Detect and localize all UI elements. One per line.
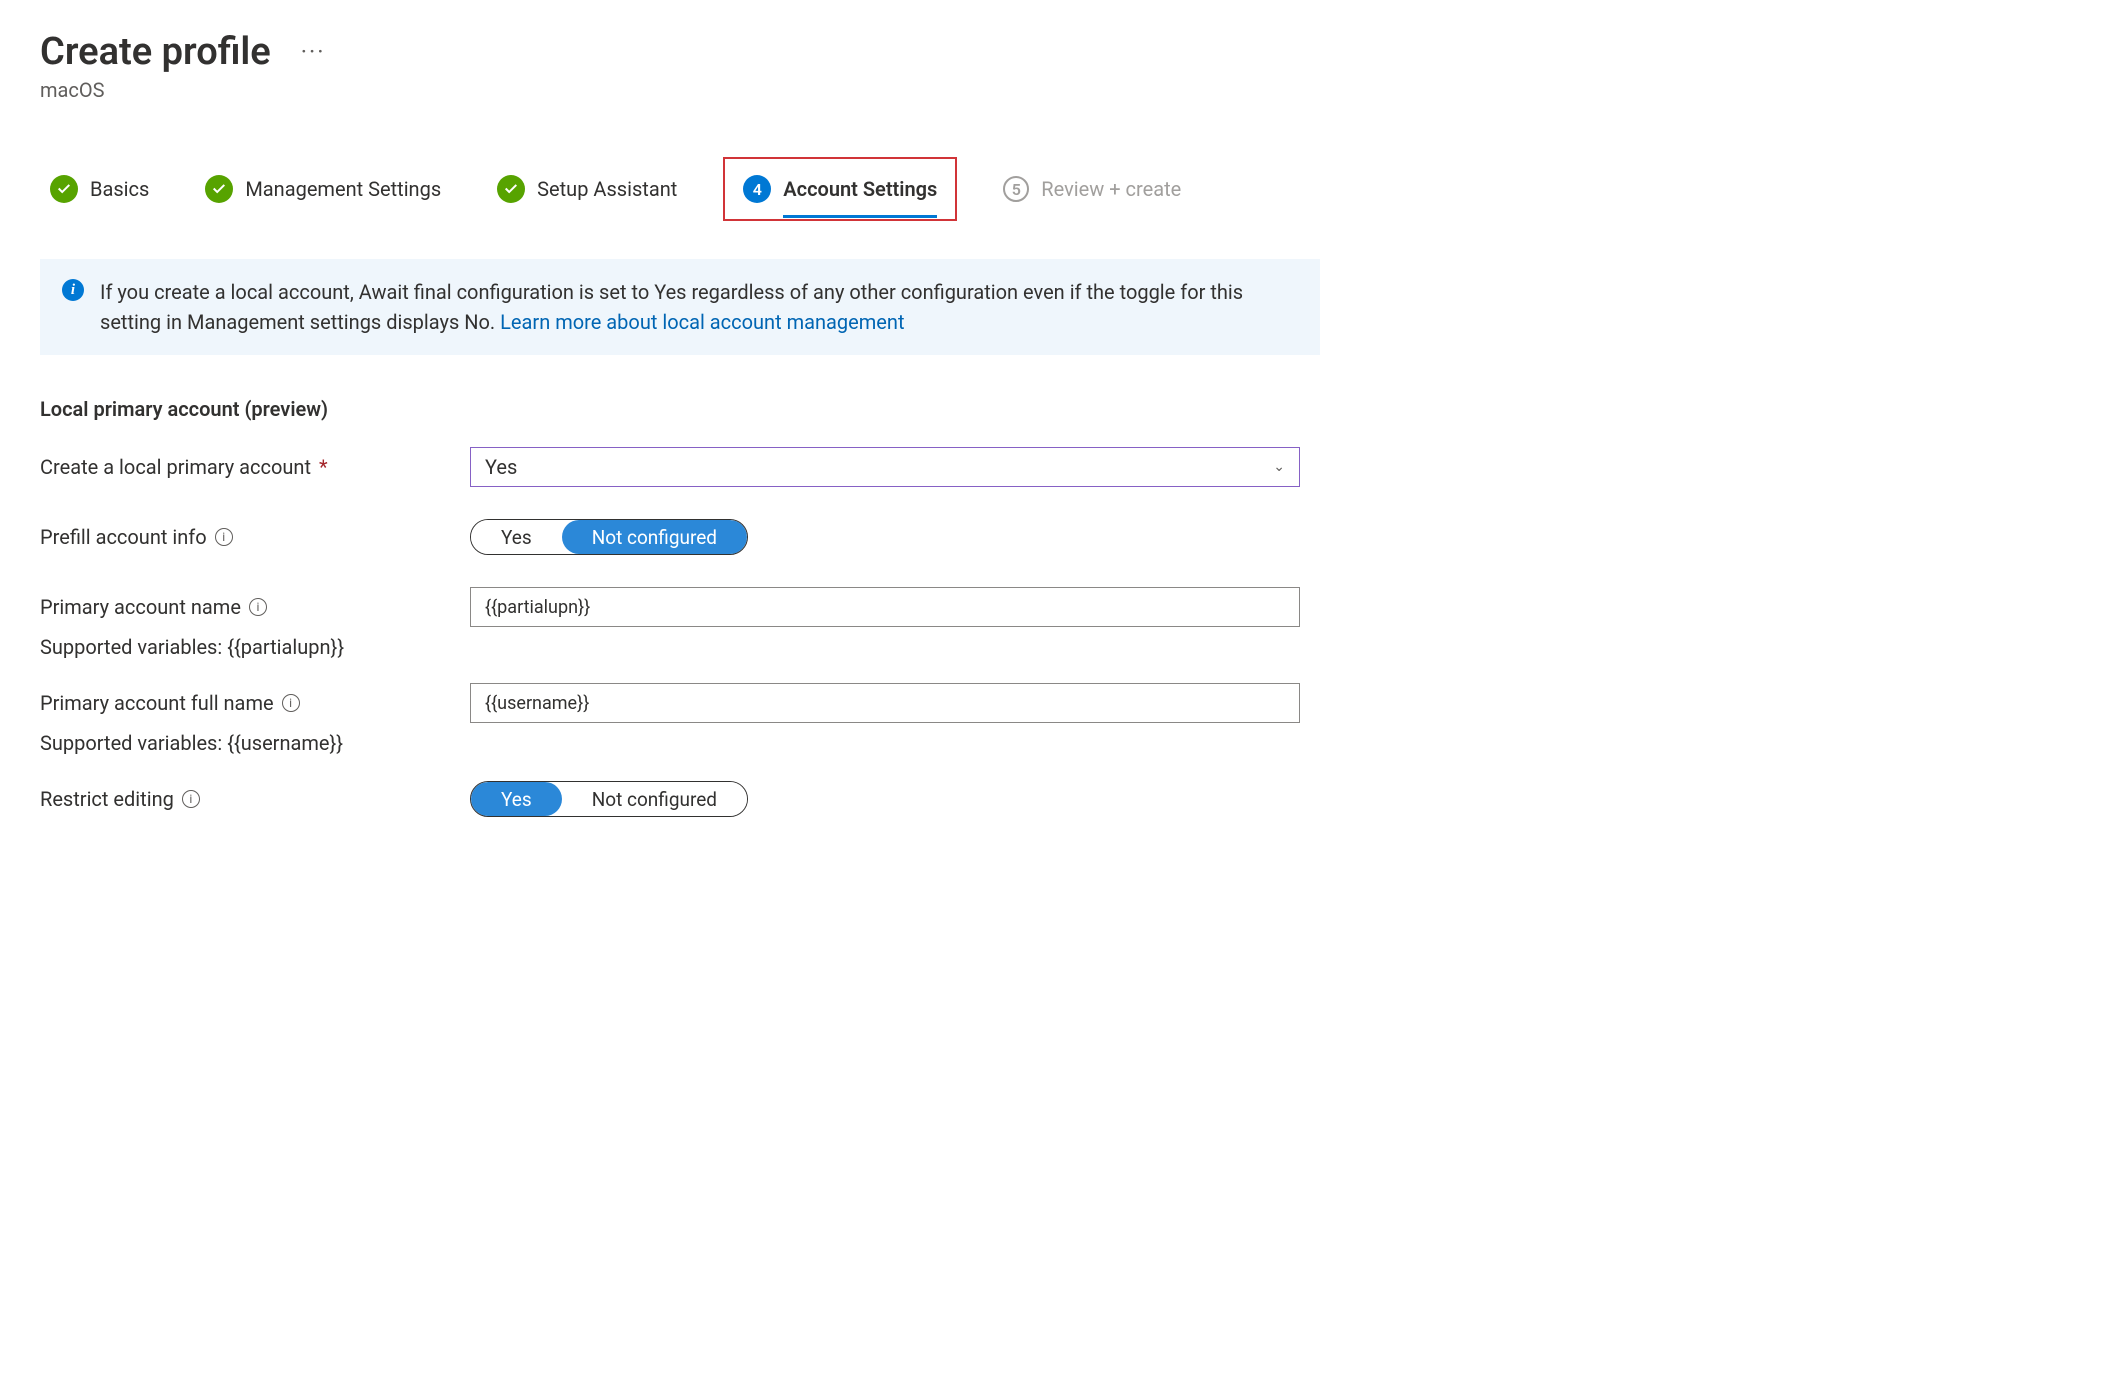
- info-text: If you create a local account, Await fin…: [100, 277, 1298, 337]
- restrict-notconfigured[interactable]: Not configured: [562, 782, 747, 816]
- step-review[interactable]: 5 Review + create: [993, 170, 1191, 208]
- prefill-notconfigured[interactable]: Not configured: [562, 520, 747, 554]
- prefill-toggle: Yes Not configured: [470, 519, 748, 555]
- info-icon: i: [62, 279, 84, 301]
- account-name-input[interactable]: [470, 587, 1300, 627]
- step-label: Review + create: [1041, 177, 1181, 201]
- create-local-label: Create a local primary account: [40, 455, 311, 479]
- prefill-yes[interactable]: Yes: [471, 520, 562, 554]
- info-tooltip-icon[interactable]: i: [182, 790, 200, 808]
- account-name-label: Primary account name: [40, 595, 241, 619]
- info-link[interactable]: Learn more about local account managemen…: [500, 310, 904, 334]
- full-name-label: Primary account full name: [40, 691, 274, 715]
- info-box: i If you create a local account, Await f…: [40, 259, 1320, 355]
- stepper: Basics Management Settings Setup Assista…: [40, 157, 2086, 221]
- info-tooltip-icon[interactable]: i: [282, 694, 300, 712]
- step-label: Basics: [90, 177, 149, 201]
- full-name-input[interactable]: [470, 683, 1300, 723]
- step-label: Setup Assistant: [537, 177, 677, 201]
- section-title: Local primary account (preview): [40, 397, 2086, 421]
- full-name-hint: Supported variables: {{username}}: [40, 731, 1330, 755]
- create-local-value: Yes: [485, 455, 517, 479]
- page-subtitle: macOS: [40, 78, 2086, 102]
- check-icon: [497, 175, 525, 203]
- more-icon[interactable]: ···: [301, 38, 326, 66]
- step-setup[interactable]: Setup Assistant: [487, 169, 687, 209]
- restrict-label: Restrict editing: [40, 787, 174, 811]
- check-icon: [50, 175, 78, 203]
- page-title: Create profile: [40, 30, 271, 74]
- step-number-icon: 4: [743, 175, 771, 203]
- create-local-select[interactable]: Yes ⌄: [470, 447, 1300, 487]
- restrict-toggle: Yes Not configured: [470, 781, 748, 817]
- step-management[interactable]: Management Settings: [195, 169, 451, 209]
- step-label: Management Settings: [245, 177, 441, 201]
- step-basics[interactable]: Basics: [40, 169, 159, 209]
- info-tooltip-icon[interactable]: i: [215, 528, 233, 546]
- chevron-down-icon: ⌄: [1273, 459, 1285, 475]
- required-icon: *: [319, 455, 328, 479]
- info-tooltip-icon[interactable]: i: [249, 598, 267, 616]
- restrict-yes[interactable]: Yes: [471, 782, 562, 816]
- step-account[interactable]: 4 Account Settings: [723, 157, 957, 221]
- check-icon: [205, 175, 233, 203]
- prefill-label: Prefill account info: [40, 525, 207, 549]
- step-label: Account Settings: [783, 177, 937, 218]
- account-name-hint: Supported variables: {{partialupn}}: [40, 635, 1330, 659]
- step-number-icon: 5: [1003, 176, 1029, 202]
